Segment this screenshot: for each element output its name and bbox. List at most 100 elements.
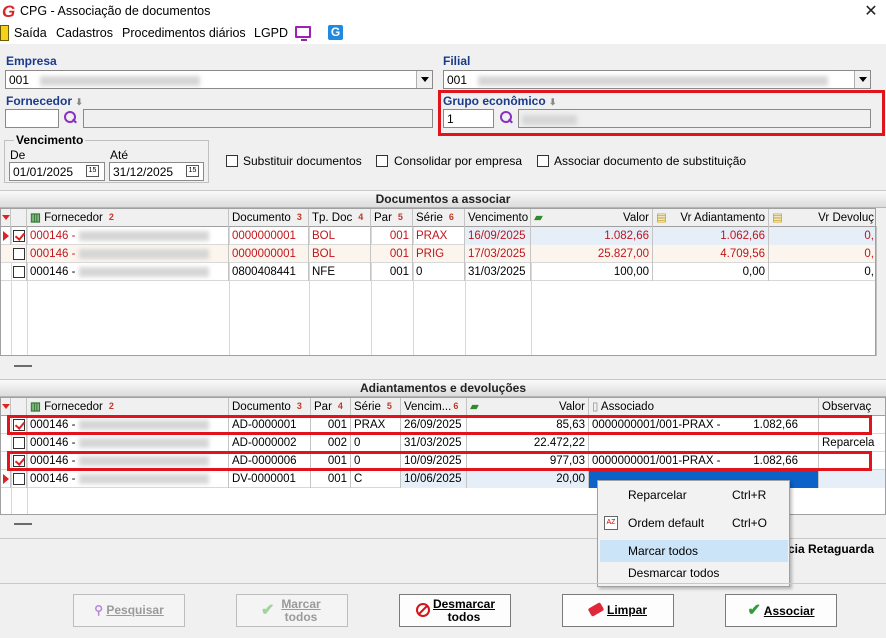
fornecedor-name-field	[83, 109, 433, 128]
exit-icon[interactable]	[0, 25, 9, 41]
grupo-name-field	[518, 109, 871, 128]
empresa-select[interactable]: 001	[5, 70, 433, 89]
docs-scrollbar[interactable]	[876, 226, 886, 356]
row-checkbox[interactable]	[13, 248, 25, 260]
header-fornecedor[interactable]: ▥ Fornecedor 2	[27, 209, 229, 227]
cell-valor: 977,03	[467, 452, 589, 470]
row-checkbox[interactable]	[13, 455, 25, 467]
pesquisar-button[interactable]: ⚲ Pesquisar	[73, 594, 185, 627]
row-checkbox-cell[interactable]	[11, 263, 27, 281]
g-app-icon[interactable]: G	[328, 25, 343, 40]
row-checkbox-cell[interactable]	[11, 452, 27, 470]
row-checkbox[interactable]	[13, 419, 25, 431]
de-calendar-icon[interactable]: 15	[86, 165, 99, 177]
filial-select[interactable]: 001	[443, 70, 871, 89]
row-checkbox[interactable]	[13, 266, 25, 278]
grupo-code-input[interactable]: 1	[443, 109, 494, 128]
associar-button[interactable]: ✔ Associar	[725, 594, 837, 627]
marcar-todos-button[interactable]: ✔ Marcar todos	[236, 594, 348, 627]
cell-fornecedor: 000146 -	[27, 416, 229, 434]
cell-documento: 0000000001	[229, 227, 309, 245]
fornecedor-code-input[interactable]	[5, 109, 59, 128]
splitter-handle-docs[interactable]	[14, 365, 32, 367]
cell-observacao	[819, 452, 885, 470]
cell-documento: DV-0000001	[229, 470, 311, 488]
header-vradiant[interactable]: ▤ Vr Adiantamento	[653, 209, 769, 227]
header-indicator-col	[1, 398, 11, 416]
header-vencimento[interactable]: Vencimento	[465, 209, 531, 227]
menu-lgpd[interactable]: LGPD	[254, 26, 288, 40]
header-vrdevol[interactable]: ▤ Vr Devoluç	[769, 209, 875, 227]
row-checkbox-cell[interactable]	[11, 434, 27, 452]
close-button[interactable]: ✕	[858, 2, 884, 22]
header-documento[interactable]: Documento 3	[229, 209, 309, 227]
header-observacao[interactable]: Observaç	[819, 398, 885, 416]
header-par[interactable]: Par 4	[311, 398, 351, 416]
ctx-marcar-todos[interactable]: Marcar todos	[600, 540, 788, 562]
cell-valor: 100,00	[531, 263, 653, 281]
row-checkbox-cell[interactable]	[11, 245, 27, 263]
adiant-section-header: Adiantamentos e devoluções	[0, 379, 886, 397]
ate-calendar-icon[interactable]: 15	[186, 165, 199, 177]
table-row[interactable]: 000146 - AD-0000002 002 0 31/03/2025 22.…	[1, 434, 885, 452]
row-checkbox[interactable]	[13, 230, 25, 242]
table-row[interactable]: 000146 - 0800408441 NFE 001 0 31/03/2025…	[1, 263, 875, 281]
ctx-reparcelar[interactable]: Reparcelar Ctrl+R	[600, 484, 788, 506]
row-checkbox-cell[interactable]	[11, 470, 27, 488]
monitor-icon[interactable]	[295, 26, 311, 41]
header-associado[interactable]: ▯ Associado	[589, 398, 819, 416]
header-serie[interactable]: Série 6	[413, 209, 465, 227]
cell-par: 001	[311, 452, 351, 470]
table-row[interactable]: 000146 - 0000000001 BOL 001 PRAX 16/09/2…	[1, 227, 875, 245]
document-icon: ▯	[592, 401, 599, 413]
table-row[interactable]: 000146 - AD-0000006 001 0 10/09/2025 977…	[1, 452, 885, 470]
cell-documento: AD-0000006	[229, 452, 311, 470]
docs-grid-header: ▥ Fornecedor 2 Documento 3 Tp. Doc 4 Par 5 S…	[1, 209, 875, 227]
empresa-value: 001	[9, 73, 30, 87]
header-par[interactable]: Par 5	[371, 209, 413, 227]
ctx-desmarcar-todos[interactable]: Desmarcar todos	[600, 562, 788, 584]
cell-documento: AD-0000001	[229, 416, 311, 434]
row-checkbox[interactable]	[13, 473, 25, 485]
header-serie[interactable]: Série 5	[351, 398, 401, 416]
table-row[interactable]: 000146 - 0000000001 BOL 001 PRIG 17/03/2…	[1, 245, 875, 263]
header-valor[interactable]: ▰ Valor	[467, 398, 589, 416]
cell-vencimento: 10/06/2025	[401, 470, 467, 488]
ctx-ordem-default[interactable]: AZ Ordem default Ctrl+O	[600, 512, 788, 534]
fornecedor-search-icon[interactable]	[62, 110, 78, 126]
row-checkbox-cell[interactable]	[11, 416, 27, 434]
cell-fornecedor: 000146 -	[27, 245, 229, 263]
filial-dropdown-icon[interactable]	[854, 71, 870, 88]
table-row[interactable]: 000146 - AD-0000001 001 PRAX 26/09/2025 …	[1, 416, 885, 434]
app-logo-icon: G	[2, 2, 16, 21]
header-valor[interactable]: ▰ Valor	[531, 209, 653, 227]
menu-cadastros[interactable]: Cadastros	[56, 26, 113, 40]
header-check-col[interactable]	[11, 209, 27, 227]
header-fornecedor[interactable]: ▥ Fornecedor 2	[27, 398, 229, 416]
row-checkbox[interactable]	[13, 437, 25, 449]
search-icon: ⚲	[94, 603, 104, 617]
cell-serie: PRIG	[413, 245, 465, 263]
limpar-button[interactable]: Limpar	[562, 594, 674, 627]
menu-saida[interactable]: Saída	[14, 26, 47, 40]
cell-par: 001	[311, 416, 351, 434]
header-check-col[interactable]	[11, 398, 27, 416]
cell-fornecedor: 000146 -	[27, 263, 229, 281]
books-icon: ▥	[30, 401, 41, 413]
header-documento[interactable]: Documento 3	[229, 398, 311, 416]
consolidar-checkbox[interactable]	[376, 155, 388, 167]
substituir-checkbox[interactable]	[226, 155, 238, 167]
cell-fornecedor: 000146 -	[27, 452, 229, 470]
header-tpdoc[interactable]: Tp. Doc 4	[309, 209, 371, 227]
desmarcar-todos-button[interactable]: Desmarcar todos	[399, 594, 511, 627]
docs-grid[interactable]: ▥ Fornecedor 2 Documento 3 Tp. Doc 4 Par 5 S…	[0, 208, 876, 356]
splitter-handle-adiant[interactable]	[14, 523, 32, 525]
empresa-dropdown-icon[interactable]	[416, 71, 432, 88]
menu-procedimentos[interactable]: Procedimentos diários	[122, 26, 246, 40]
row-checkbox-cell[interactable]	[11, 227, 27, 245]
grupo-search-icon[interactable]	[498, 110, 514, 126]
header-vencimento[interactable]: Vencim... 6	[401, 398, 467, 416]
associar-sub-checkbox[interactable]	[537, 155, 549, 167]
cell-associado: 0000000001/001-PRAX -1.082,66	[589, 452, 819, 470]
cell-vradiant: 4.709,56	[653, 245, 769, 263]
